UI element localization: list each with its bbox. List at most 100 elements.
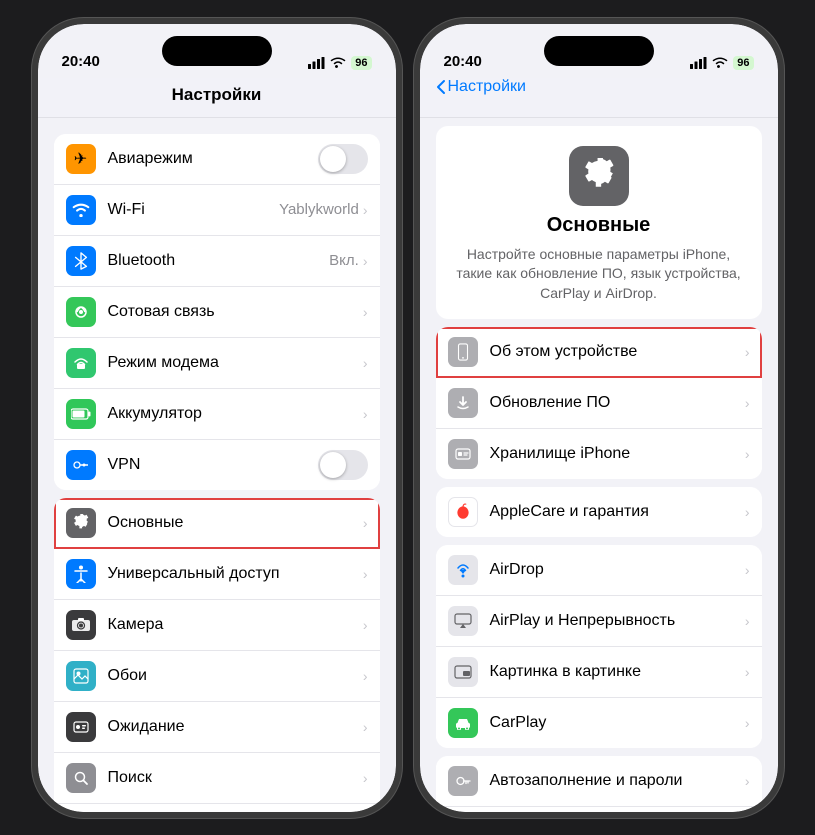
airplane-icon: ✈: [66, 144, 96, 174]
row-software-update[interactable]: Обновление ПО ›: [436, 378, 762, 429]
row-datetime[interactable]: Дата и время ›: [436, 807, 762, 811]
row-wallpaper[interactable]: Обои ›: [54, 651, 380, 702]
gear-svg: [72, 514, 90, 532]
search-label: Поиск: [108, 769, 363, 787]
row-general[interactable]: Основные ›: [54, 498, 380, 549]
airplay-label: AirPlay и Непрерывность: [490, 612, 745, 630]
wifi-svg: [72, 203, 90, 217]
standby-chevron: ›: [363, 719, 368, 735]
row-autofill[interactable]: Автозаполнение и пароли ›: [436, 756, 762, 807]
cellular-chevron: ›: [363, 304, 368, 320]
wifi-label: Wi-Fi: [108, 201, 280, 219]
row-camera[interactable]: Камера ›: [54, 600, 380, 651]
applecare-icon: [448, 497, 478, 527]
airplay-svg: [454, 613, 472, 629]
row-accessibility[interactable]: Универсальный доступ ›: [54, 549, 380, 600]
pip-label: Картинка в картинке: [490, 663, 745, 681]
row-bluetooth[interactable]: Bluetooth Вкл. ›: [54, 236, 380, 287]
content-left[interactable]: ✈ Авиарежим Wi-Fi Yably: [38, 118, 396, 812]
applecare-chevron: ›: [745, 504, 750, 520]
row-carplay[interactable]: CarPlay ›: [436, 698, 762, 748]
group-sharing: AirDrop › AirPlay и Непрерывность ›: [436, 545, 762, 748]
row-battery[interactable]: Аккумулятор ›: [54, 389, 380, 440]
battery-icon: [66, 399, 96, 429]
airplane-toggle[interactable]: [318, 144, 368, 174]
row-vpn[interactable]: VPN: [54, 440, 380, 490]
general-label: Основные: [108, 514, 363, 532]
row-control[interactable]: Пункт управления ›: [54, 804, 380, 812]
row-hotspot[interactable]: Режим модема ›: [54, 338, 380, 389]
key-svg: [455, 773, 471, 789]
hotspot-svg: [73, 355, 89, 371]
vpn-label: VPN: [108, 456, 318, 474]
group-autofill: Автозаполнение и пароли › Дата и время: [436, 756, 762, 811]
hotspot-chevron: ›: [363, 355, 368, 371]
row-cellular[interactable]: Сотовая связь ›: [54, 287, 380, 338]
row-applecare[interactable]: AppleCare и гарантия ›: [436, 487, 762, 537]
row-wifi[interactable]: Wi-Fi Yablykworld ›: [54, 185, 380, 236]
vpn-toggle[interactable]: [318, 450, 368, 480]
autofill-chevron: ›: [745, 773, 750, 789]
phone-right: 20:40 96: [414, 18, 784, 818]
pip-icon: [448, 657, 478, 687]
nav-title-left: Настройки: [172, 85, 262, 105]
group-network: ✈ Авиарежим Wi-Fi Yably: [54, 134, 380, 490]
wallpaper-chevron: ›: [363, 668, 368, 684]
group-general: Основные › Универсальный доступ ›: [54, 498, 380, 812]
row-airplay[interactable]: AirPlay и Непрерывность ›: [436, 596, 762, 647]
time-right: 20:40: [444, 53, 482, 70]
row-standby[interactable]: Ожидание ›: [54, 702, 380, 753]
airdrop-label: AirDrop: [490, 561, 745, 579]
row-storage[interactable]: Хранилище iPhone ›: [436, 429, 762, 479]
airdrop-svg: [454, 562, 472, 578]
accessibility-icon: [66, 559, 96, 589]
group-applecare: AppleCare и гарантия ›: [436, 487, 762, 537]
cellular-label: Сотовая связь: [108, 303, 363, 321]
autofill-icon: [448, 766, 478, 796]
camera-label: Камера: [108, 616, 363, 634]
airplane-label: Авиарежим: [108, 150, 318, 168]
row-airdrop[interactable]: AirDrop ›: [436, 545, 762, 596]
autofill-label: Автозаполнение и пароли: [490, 772, 745, 790]
battery-left: 96: [351, 56, 371, 70]
cellular-icon: [66, 297, 96, 327]
bt-svg: [74, 252, 88, 270]
pip-svg: [454, 665, 472, 679]
airplay-icon: [448, 606, 478, 636]
storage-svg: [455, 446, 471, 462]
carplay-label: CarPlay: [490, 714, 745, 732]
search-icon: [66, 763, 96, 793]
row-pip[interactable]: Картинка в картинке ›: [436, 647, 762, 698]
nav-bar-left: Настройки: [38, 78, 396, 118]
accessibility-label: Универсальный доступ: [108, 565, 363, 583]
nav-back-right[interactable]: Настройки: [436, 78, 526, 96]
screen-right: 20:40 96: [420, 24, 778, 812]
detail-header: Основные Настройте основные параметры iP…: [436, 126, 762, 320]
about-icon: [448, 337, 478, 367]
vpn-svg: [73, 458, 89, 472]
accessibility-chevron: ›: [363, 566, 368, 582]
bluetooth-icon: [66, 246, 96, 276]
cell-svg: [73, 304, 89, 320]
about-label: Об этом устройстве: [490, 343, 745, 361]
group-device-info: Об этом устройстве › Обновление ПО ›: [436, 327, 762, 479]
signal-icon-r: [690, 57, 707, 69]
row-about[interactable]: Об этом устройстве ›: [436, 327, 762, 378]
acc-svg: [73, 565, 89, 583]
software-update-label: Обновление ПО: [490, 394, 745, 412]
hotspot-icon: [66, 348, 96, 378]
row-search[interactable]: Поиск ›: [54, 753, 380, 804]
status-icons-right: 96: [690, 56, 753, 70]
applecare-label: AppleCare и гарантия: [490, 503, 745, 521]
row-airplane[interactable]: ✈ Авиарежим: [54, 134, 380, 185]
wifi-icon: [66, 195, 96, 225]
wallpaper-label: Обои: [108, 667, 363, 685]
content-right[interactable]: Основные Настройте основные параметры iP…: [420, 118, 778, 812]
back-chevron-icon: [436, 79, 446, 95]
hotspot-label: Режим модема: [108, 354, 363, 372]
bluetooth-label: Bluetooth: [108, 252, 330, 270]
vpn-icon: [66, 450, 96, 480]
carplay-chevron: ›: [745, 715, 750, 731]
standby-icon: [66, 712, 96, 742]
update-svg: [455, 395, 471, 411]
